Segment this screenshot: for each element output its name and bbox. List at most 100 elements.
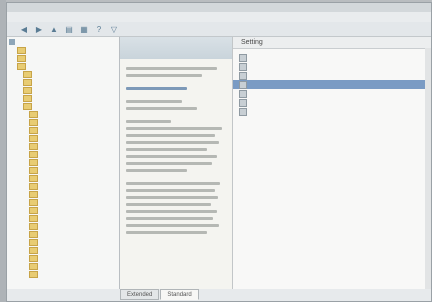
setting-row[interactable]: [233, 98, 431, 107]
up-folder-icon[interactable]: ▲: [49, 25, 59, 34]
folder-icon: [29, 166, 38, 174]
export-list-icon[interactable]: ▦: [79, 25, 89, 34]
folder-icon: [29, 190, 38, 198]
setting-row[interactable]: [233, 53, 431, 62]
tree-item[interactable]: [29, 198, 41, 206]
show-hide-tree-icon[interactable]: ▤: [64, 25, 74, 34]
tree-item[interactable]: [29, 110, 41, 118]
edit-policy-link[interactable]: [126, 87, 187, 90]
folder-icon: [29, 246, 38, 254]
policy-setting-icon: [239, 89, 247, 98]
title-bar: [7, 3, 431, 12]
settings-scrollbar[interactable]: [425, 48, 431, 289]
setting-column-label: Setting: [241, 39, 263, 46]
setting-row[interactable]: [233, 71, 431, 80]
folder-icon: [29, 270, 38, 278]
folder-icon: [17, 46, 26, 54]
computer-icon: [9, 39, 15, 45]
tree-item[interactable]: [29, 174, 41, 182]
menu-help[interactable]: [73, 14, 82, 20]
folder-icon: [29, 118, 38, 126]
policy-setting-icon: [239, 71, 247, 80]
help-icon[interactable]: ?: [94, 25, 104, 34]
tree-item[interactable]: [23, 94, 35, 102]
description-header: [120, 37, 232, 59]
tree-item[interactable]: [29, 182, 41, 190]
description-text: [126, 67, 227, 289]
filter-icon[interactable]: ▽: [109, 25, 119, 34]
tree-item[interactable]: [23, 86, 35, 94]
tree-item[interactable]: [17, 62, 29, 70]
policy-setting-icon: [239, 80, 247, 89]
folder-icon: [29, 230, 38, 238]
folder-icon: [23, 102, 32, 110]
folder-icon: [23, 86, 32, 94]
tree-item[interactable]: [23, 70, 35, 78]
tree-item[interactable]: [29, 142, 41, 150]
tree-item[interactable]: [29, 262, 41, 270]
tree-item[interactable]: [29, 206, 41, 214]
description-pane: [120, 37, 233, 289]
folder-icon: [29, 222, 38, 230]
tree-item[interactable]: [23, 78, 35, 86]
tree-item[interactable]: [29, 150, 41, 158]
group-policy-editor-window: ◀ ▶ ▲ ▤ ▦ ? ▽ Setting Extended Standard: [6, 2, 432, 302]
folder-icon: [23, 70, 32, 78]
tree-item[interactable]: [29, 254, 41, 262]
folder-icon: [29, 206, 38, 214]
folder-icon: [29, 198, 38, 206]
tree-item[interactable]: [29, 246, 41, 254]
folder-icon: [29, 142, 38, 150]
toolbar: ◀ ▶ ▲ ▤ ▦ ? ▽: [7, 22, 431, 37]
tab-extended[interactable]: Extended: [120, 289, 160, 300]
folder-icon: [29, 150, 38, 158]
tree-item[interactable]: [29, 118, 41, 126]
forward-icon[interactable]: ▶: [34, 25, 44, 34]
folder-icon: [29, 262, 38, 270]
tree-item[interactable]: [9, 38, 18, 46]
folder-icon: [23, 94, 32, 102]
setting-row[interactable]: [233, 80, 431, 89]
policy-setting-icon: [239, 98, 247, 107]
tree-item[interactable]: [29, 126, 41, 134]
tree-item[interactable]: [29, 230, 41, 238]
tree-item[interactable]: [29, 222, 41, 230]
menu-bar: [7, 12, 431, 22]
tree-item[interactable]: [29, 238, 41, 246]
tree-item[interactable]: [23, 102, 35, 110]
policy-setting-icon: [239, 53, 247, 62]
tree-item[interactable]: [29, 166, 41, 174]
folder-icon: [29, 134, 38, 142]
tab-standard[interactable]: Standard: [160, 289, 199, 300]
setting-row[interactable]: [233, 62, 431, 71]
policy-setting-icon: [239, 62, 247, 71]
folder-icon: [29, 110, 38, 118]
tree-item[interactable]: [29, 134, 41, 142]
folder-icon: [29, 238, 38, 246]
policy-setting-icon: [239, 107, 247, 116]
folder-icon: [29, 126, 38, 134]
setting-row[interactable]: [233, 107, 431, 116]
menu-view[interactable]: [55, 14, 64, 20]
menu-file[interactable]: [19, 14, 28, 20]
folder-icon: [17, 62, 26, 70]
menu-action[interactable]: [37, 14, 46, 20]
policy-tree-pane: [7, 37, 120, 289]
setting-row[interactable]: [233, 89, 431, 98]
tree-item[interactable]: [17, 46, 29, 54]
folder-icon: [23, 78, 32, 86]
folder-icon: [29, 158, 38, 166]
tree-item[interactable]: [29, 270, 41, 278]
folder-icon: [29, 254, 38, 262]
back-icon[interactable]: ◀: [19, 25, 29, 34]
tree-item[interactable]: [29, 214, 41, 222]
tree-item[interactable]: [17, 54, 29, 62]
folder-icon: [17, 54, 26, 62]
setting-column-header[interactable]: Setting: [233, 37, 431, 49]
tree-item[interactable]: [29, 158, 41, 166]
folder-icon: [29, 182, 38, 190]
folder-icon: [29, 174, 38, 182]
settings-list-pane: Setting: [233, 37, 431, 289]
tree-item[interactable]: [29, 190, 41, 198]
folder-icon: [29, 214, 38, 222]
